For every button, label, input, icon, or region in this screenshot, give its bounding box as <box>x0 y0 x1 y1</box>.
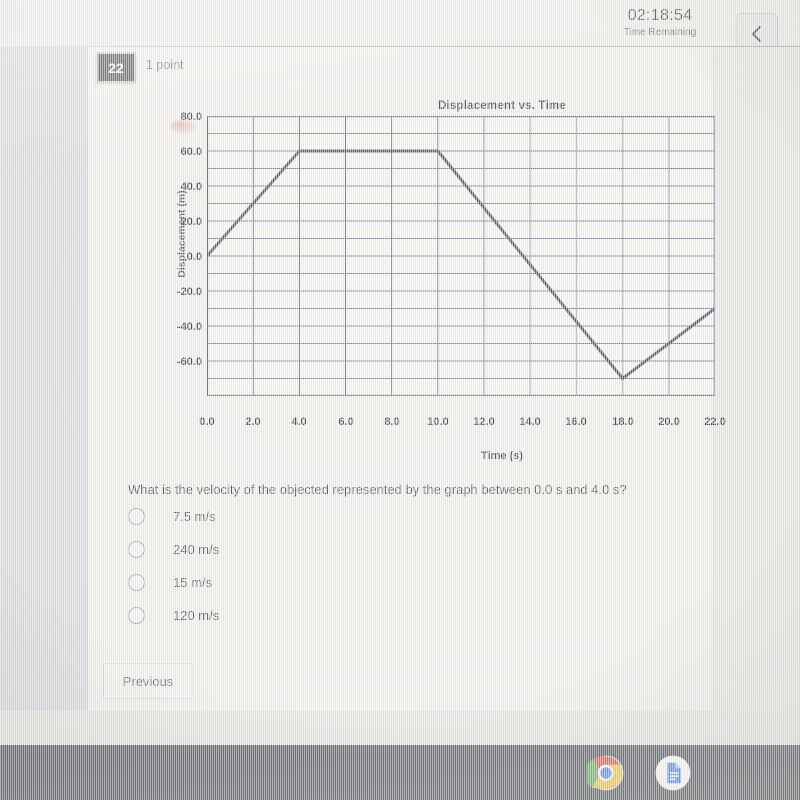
question-number-badge: 22 <box>96 52 136 83</box>
x-tick: 20.0 <box>658 416 680 428</box>
x-tick: 0.0 <box>199 416 215 428</box>
option-label: 7.5 m/s <box>173 508 216 524</box>
x-tick: 6.0 <box>338 416 354 428</box>
x-tick: 4.0 <box>291 416 307 428</box>
option-label: 240 m/s <box>173 541 220 557</box>
google-docs-icon[interactable] <box>654 754 692 792</box>
eraser-smudge <box>170 120 196 133</box>
radio-button[interactable] <box>128 606 145 624</box>
chart-x-axis-label: Time (s) <box>481 450 523 462</box>
chart-plot-area <box>205 115 716 397</box>
chrome-icon[interactable] <box>584 754 625 792</box>
option-label: 15 m/s <box>173 574 213 590</box>
exam-header: 02:18:54 Time Remaining <box>0 0 800 55</box>
x-tick: 12.0 <box>473 416 495 428</box>
taskbar-icons <box>0 745 800 800</box>
x-tick: 14.0 <box>519 416 541 428</box>
radio-button[interactable] <box>128 573 145 591</box>
chart-svg <box>205 115 716 397</box>
x-tick: 16.0 <box>565 416 587 428</box>
y-tick: -20.0 <box>176 286 202 298</box>
radio-button[interactable] <box>128 540 145 558</box>
x-tick: 10.0 <box>427 416 449 428</box>
taskbar <box>0 745 800 800</box>
option-row[interactable]: 15 m/s <box>128 569 212 595</box>
x-tick: 18.0 <box>612 416 634 428</box>
chart-title: Displacement vs. Time <box>438 100 566 112</box>
y-tick: 0.0 <box>186 251 202 263</box>
option-label: 120 m/s <box>173 607 220 623</box>
x-tick: 8.0 <box>384 416 400 428</box>
y-tick: 80.0 <box>180 111 202 123</box>
option-row[interactable]: 120 m/s <box>128 602 219 628</box>
question-text: What is the velocity of the objected rep… <box>128 482 627 497</box>
timer-label: Time Remaining <box>623 27 697 38</box>
timer: 02:18:54 Time Remaining <box>595 7 725 39</box>
option-row[interactable]: 240 m/s <box>128 536 219 562</box>
x-tick: 2.0 <box>245 416 261 428</box>
displacement-vs-time-chart: Displacement vs. Time Displacement (m) T… <box>130 98 730 468</box>
chart-y-ticks: 80.0 60.0 40.0 20.0 0.0 -20.0 -40.0 -60.… <box>142 98 202 398</box>
timer-value: 02:18:54 <box>627 7 693 24</box>
left-rail <box>0 47 88 745</box>
y-tick: 60.0 <box>180 146 202 158</box>
option-row[interactable]: 7.5 m/s <box>128 503 216 529</box>
screen: 02:18:54 Time Remaining 22 1 point Displ… <box>0 0 800 745</box>
photo-of-screen: 02:18:54 Time Remaining 22 1 point Displ… <box>0 0 800 800</box>
previous-button[interactable]: Previous <box>103 663 193 699</box>
y-tick: -40.0 <box>176 321 202 333</box>
y-tick: 20.0 <box>180 216 202 228</box>
y-tick: 40.0 <box>180 181 202 193</box>
points-label: 1 point <box>146 58 184 72</box>
x-tick: 22.0 <box>704 416 726 428</box>
chevron-left-icon <box>749 24 765 44</box>
card-bottom-area <box>0 711 800 745</box>
radio-button[interactable] <box>128 507 145 525</box>
y-tick: -60.0 <box>176 356 202 368</box>
